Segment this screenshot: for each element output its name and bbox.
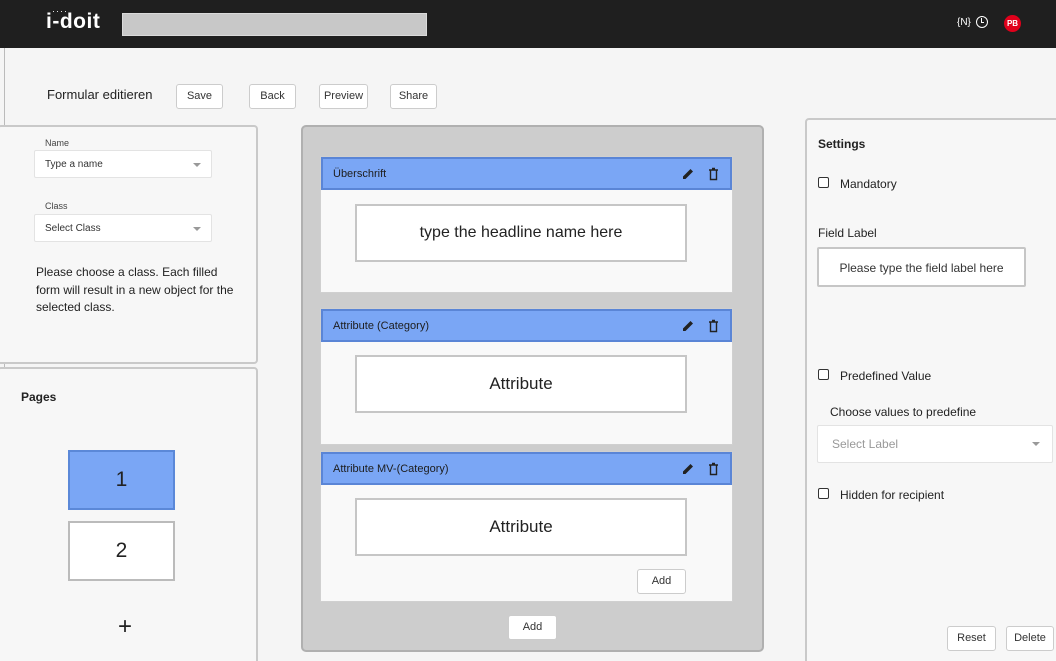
chevron-down-icon — [193, 163, 201, 167]
form-block-attribute-mv[interactable]: Attribute MV-(Category) Attribute Add — [320, 451, 733, 602]
mandatory-checkbox[interactable] — [818, 177, 829, 188]
page-tab-2[interactable]: 2 — [68, 521, 175, 581]
attribute-field[interactable]: Attribute — [355, 355, 687, 413]
block-title: Überschrift — [333, 168, 387, 180]
settings-panel — [805, 118, 1056, 661]
delete-button[interactable]: Delete — [1006, 626, 1054, 651]
pencil-icon[interactable] — [681, 167, 695, 181]
trash-icon[interactable] — [708, 462, 719, 476]
user-avatar[interactable]: PB — [1004, 15, 1021, 32]
block-title: Attribute (Category) — [333, 320, 429, 332]
select-label-dropdown[interactable]: Select Label — [817, 425, 1053, 463]
mandatory-label: Mandatory — [840, 177, 897, 191]
block-header: Attribute MV-(Category) — [321, 452, 732, 485]
form-block-attribute[interactable]: Attribute (Category) Attribute — [320, 308, 733, 445]
trash-icon[interactable] — [708, 319, 719, 333]
settings-title: Settings — [818, 137, 866, 151]
chevron-down-icon — [193, 227, 201, 231]
add-value-button[interactable]: Add — [637, 569, 686, 594]
top-bar: ···· i-doit {N} PB — [0, 0, 1056, 48]
save-button[interactable]: Save — [176, 84, 223, 109]
pages-title: Pages — [21, 390, 57, 404]
field-label-input[interactable]: Please type the field label here — [817, 247, 1026, 287]
class-select[interactable]: Select Class — [34, 214, 212, 242]
global-search-input[interactable] — [122, 13, 427, 36]
block-header: Überschrift — [321, 157, 732, 190]
pencil-icon[interactable] — [681, 462, 695, 476]
class-select-value: Select Class — [45, 223, 101, 234]
chevron-down-icon — [1032, 442, 1040, 446]
field-label-title: Field Label — [818, 226, 877, 240]
hidden-checkbox[interactable] — [818, 488, 829, 499]
trash-icon[interactable] — [708, 167, 719, 181]
select-label-value: Select Label — [832, 437, 899, 451]
add-page-button[interactable]: + — [118, 615, 132, 639]
hidden-label: Hidden for recipient — [840, 488, 945, 502]
notation-toggle[interactable]: {N} — [957, 17, 971, 28]
predefined-value-label: Predefined Value — [840, 369, 932, 383]
page-title: Formular editieren — [47, 87, 153, 102]
class-label: Class — [45, 201, 68, 211]
block-title: Attribute MV-(Category) — [333, 463, 449, 475]
name-field-value: Type a name — [45, 159, 103, 170]
choose-values-label: Choose values to predefine — [830, 405, 977, 419]
add-block-button[interactable]: Add — [508, 615, 557, 640]
attribute-mv-field[interactable]: Attribute — [355, 498, 687, 556]
pencil-icon[interactable] — [681, 319, 695, 333]
logo[interactable]: i-doit — [46, 10, 100, 34]
class-help-text: Please choose a class. Each filled form … — [36, 265, 234, 314]
reset-button[interactable]: Reset — [947, 626, 996, 651]
page-tab-1[interactable]: 1 — [68, 450, 175, 510]
history-icon[interactable] — [976, 16, 988, 28]
preview-button[interactable]: Preview — [319, 84, 368, 109]
name-label: Name — [45, 138, 70, 148]
back-button[interactable]: Back — [249, 84, 296, 109]
predefined-value-checkbox[interactable] — [818, 369, 829, 380]
name-field[interactable]: Type a name — [34, 150, 212, 178]
share-button[interactable]: Share — [390, 84, 437, 109]
form-block-heading[interactable]: Überschrift type the headline name here — [320, 156, 733, 293]
headline-field[interactable]: type the headline name here — [355, 204, 687, 262]
block-header: Attribute (Category) — [321, 309, 732, 342]
